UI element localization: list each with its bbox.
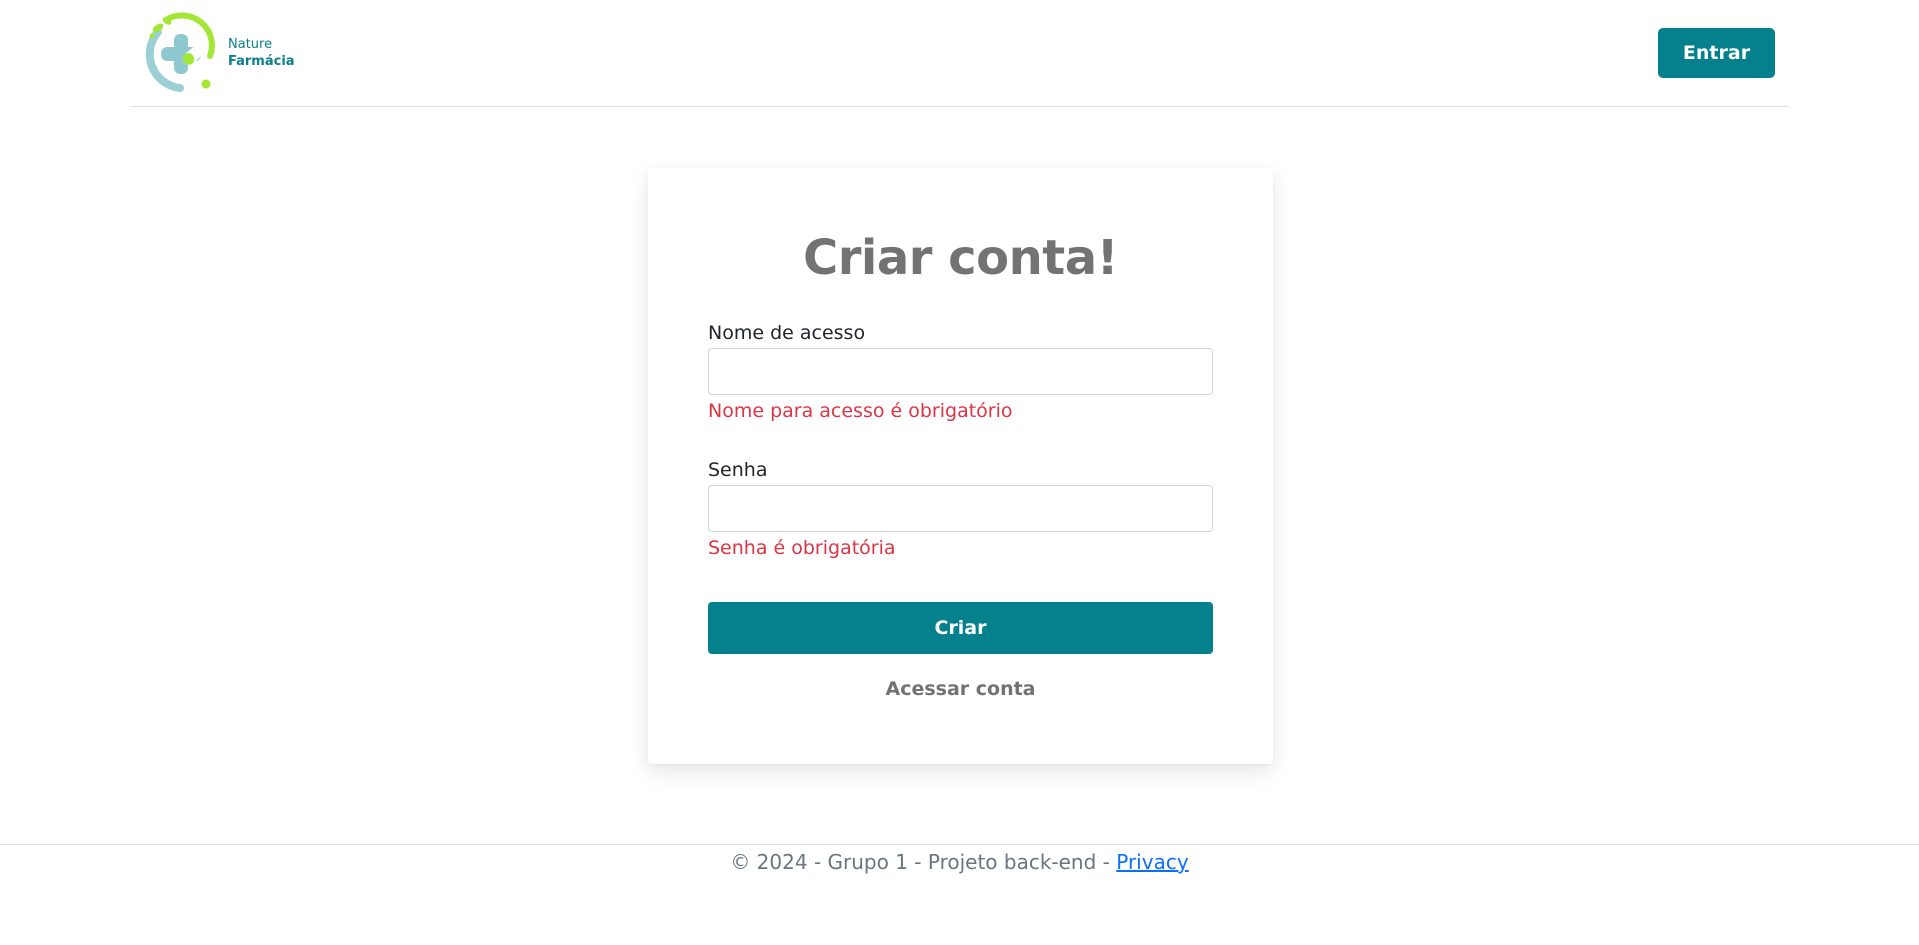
brand-logo[interactable]: Nature Farmácia [144,12,304,92]
login-link[interactable]: Acessar conta [648,678,1273,700]
signup-card: Criar conta! Nome de acesso Nome para ac… [648,168,1273,764]
site-footer: © 2024 - Grupo 1 - Projeto back-end - Pr… [0,844,1919,874]
brand-name-line1: Nature [228,37,273,52]
site-header: Nature Farmácia Entrar [130,0,1789,107]
create-account-button[interactable]: Criar [708,602,1213,654]
login-button[interactable]: Entrar [1658,28,1775,78]
brand-name-line2: Farmácia [228,54,295,69]
username-error: Nome para acesso é obrigatório [708,400,1013,422]
password-error: Senha é obrigatória [708,537,896,559]
username-input[interactable] [708,348,1213,395]
password-input[interactable] [708,485,1213,532]
pharmacy-cross-leaf-icon [145,12,215,92]
username-label: Nome de acesso [708,322,866,344]
password-label: Senha [708,459,768,481]
page-title: Criar conta! [803,230,1118,286]
footer-text: © 2024 - Grupo 1 - Projeto back-end - [730,850,1117,874]
privacy-link[interactable]: Privacy [1116,850,1188,874]
brand-name: Nature Farmácia [228,36,295,70]
